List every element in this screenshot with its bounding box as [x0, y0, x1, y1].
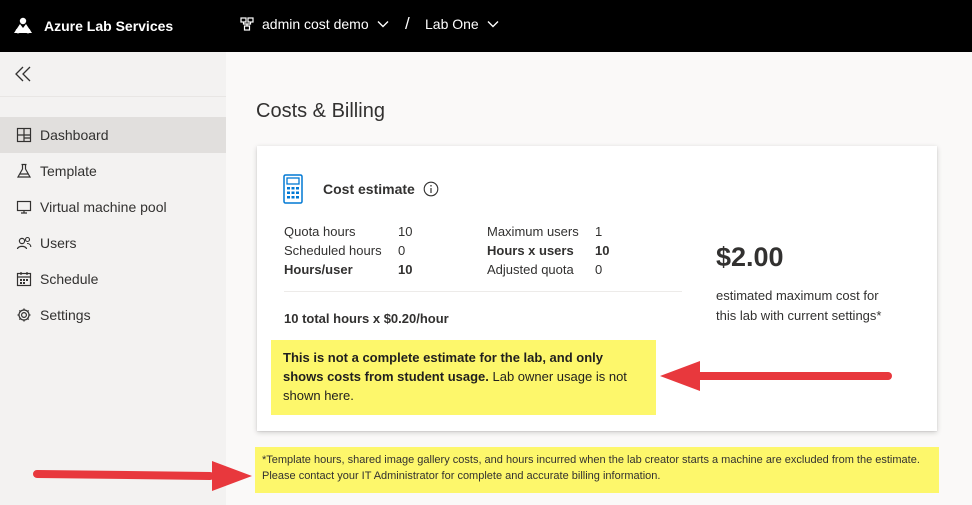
page-title: Costs & Billing [256, 100, 385, 122]
workspace-icon [240, 17, 254, 31]
sidebar-item-label: Template [40, 163, 97, 179]
sidebar: Dashboard Template Virtual machine pool … [0, 52, 226, 505]
sidebar-item-template[interactable]: Template [0, 153, 226, 189]
hours-x-users-label: Hours x users [487, 243, 574, 258]
workspace-selector[interactable]: admin cost demo [240, 16, 389, 32]
lab-name: Lab One [425, 16, 479, 32]
sidebar-nav: Dashboard Template Virtual machine pool … [0, 117, 226, 333]
chevron-down-icon [377, 21, 389, 28]
scheduled-hours-value: 0 [398, 243, 406, 258]
azure-lab-logo-icon [14, 17, 32, 34]
sidebar-item-virtual-machine-pool[interactable]: Virtual machine pool [0, 189, 226, 225]
estimate-warning-note: This is not a complete estimate for the … [271, 340, 656, 415]
sidebar-item-users[interactable]: Users [0, 225, 226, 261]
dashboard-icon [16, 127, 32, 143]
sidebar-item-label: Settings [40, 307, 91, 323]
monitor-icon [16, 200, 32, 214]
quota-hours-label: Quota hours [284, 224, 356, 239]
maximum-users-value: 1 [595, 224, 603, 239]
estimated-price: $2.00 [716, 242, 784, 272]
chevron-down-icon [487, 21, 499, 28]
collapse-sidebar-button[interactable] [0, 52, 226, 97]
hours-per-user-label: Hours/user [284, 262, 353, 277]
adjusted-quota-value: 0 [595, 262, 603, 277]
double-chevron-left-icon [15, 66, 31, 82]
red-arrow-icon [33, 461, 252, 491]
price-description: estimated maximum cost for this lab with… [716, 288, 882, 323]
users-icon [16, 236, 32, 250]
hours-per-user-value: 10 [398, 262, 413, 277]
sidebar-item-label: Dashboard [40, 127, 109, 143]
scheduled-hours-label: Scheduled hours [284, 243, 382, 258]
workspace-name: admin cost demo [262, 16, 369, 32]
flask-icon [16, 163, 32, 178]
calendar-icon [16, 272, 32, 287]
red-arrow-icon [660, 361, 892, 391]
lab-selector[interactable]: Lab One [425, 16, 499, 32]
breadcrumb-separator: / [405, 14, 410, 33]
gear-icon [17, 308, 31, 322]
top-bar: Azure Lab Services admin cost demo / Lab… [0, 0, 972, 52]
sidebar-item-label: Schedule [40, 271, 99, 287]
sidebar-item-dashboard[interactable]: Dashboard [0, 117, 226, 153]
adjusted-quota-label: Adjusted quota [487, 262, 574, 277]
sidebar-item-label: Virtual machine pool [40, 199, 167, 215]
quota-hours-value: 10 [398, 224, 413, 239]
app-title: Azure Lab Services [44, 18, 174, 34]
billing-footnote: *Template hours, shared image gallery co… [255, 447, 939, 493]
sidebar-item-schedule[interactable]: Schedule [0, 261, 226, 297]
maximum-users-label: Maximum users [487, 224, 579, 239]
calculator-icon [283, 174, 303, 204]
info-icon[interactable] [423, 181, 439, 197]
divider [284, 291, 682, 292]
sidebar-item-settings[interactable]: Settings [0, 297, 226, 333]
card-title: Cost estimate [323, 181, 415, 197]
app-brand[interactable]: Azure Lab Services [0, 17, 173, 35]
hours-x-users-value: 10 [595, 243, 610, 258]
card-header: Cost estimate [283, 174, 439, 204]
sidebar-item-label: Users [40, 235, 77, 251]
cost-formula: 10 total hours x $0.20/hour [284, 311, 449, 326]
